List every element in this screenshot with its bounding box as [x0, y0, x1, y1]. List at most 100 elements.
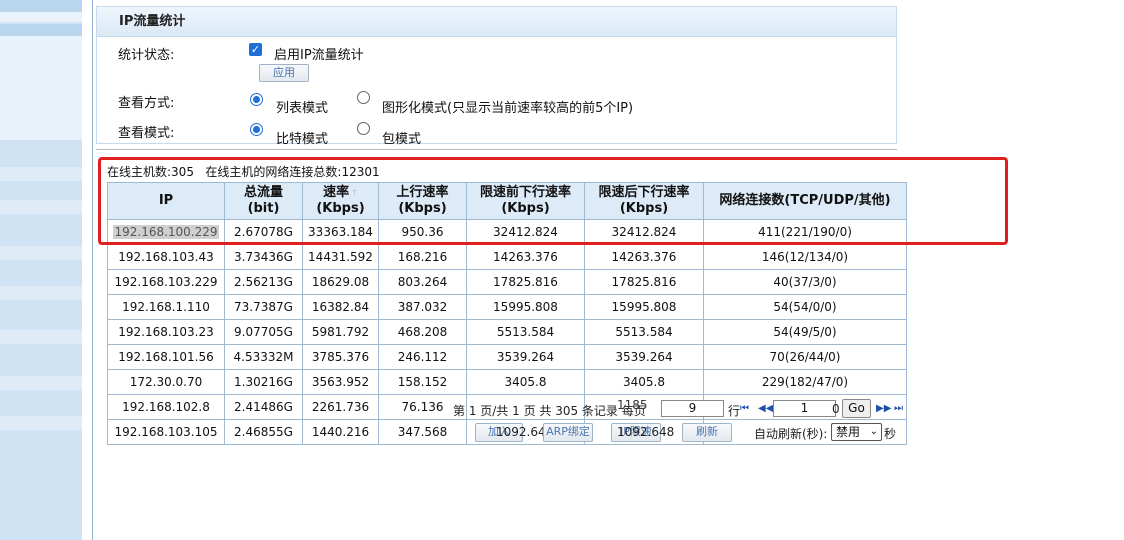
view-graph-radio[interactable]	[357, 91, 370, 104]
sidebar-band	[0, 376, 82, 390]
divider	[96, 149, 897, 150]
arp-bind-button[interactable]: ARP绑定	[543, 423, 593, 442]
table-cell: 1440.216	[302, 419, 379, 445]
cell-value: 17825.816	[493, 275, 558, 289]
first-page-icon[interactable]: ⏮	[740, 403, 749, 414]
view-unit-label: 查看模式:	[118, 126, 175, 141]
auto-refresh-value: 禁用	[836, 425, 861, 439]
sidebar-menu-area[interactable]	[0, 36, 82, 140]
sidebar-band	[0, 200, 82, 214]
table-cell: 2.46855G	[224, 419, 303, 445]
table-row[interactable]: 192.168.103.43 3.73436G 14431.592 168.216 14…	[107, 244, 907, 270]
table-cell: 158.152	[378, 369, 467, 395]
ip-cell: 192.168.103.43	[107, 244, 225, 270]
cell-value: 3785.376	[311, 350, 370, 364]
table-cell: 3539.264	[584, 344, 704, 370]
view-list-radio[interactable]	[250, 93, 263, 106]
panel-title: IP流量统计	[97, 7, 896, 37]
cell-value: 5981.792	[311, 325, 370, 339]
cell-value: 192.168.102.8	[122, 400, 210, 414]
left-sidebar	[0, 0, 82, 540]
table-cell: 5513.584	[584, 319, 704, 345]
cell-value: 2.46855G	[234, 425, 293, 439]
cell-value: 5513.584	[615, 325, 673, 339]
table-cell: 14263.376	[466, 244, 585, 270]
unit-packet-radio[interactable]	[357, 122, 370, 135]
table-cell: 387.032	[378, 294, 467, 320]
cell-value: 347.568	[397, 425, 448, 439]
enable-checkbox[interactable]: ✓	[249, 43, 262, 56]
cell-value: 40(37/3/0)	[773, 275, 837, 289]
go-button[interactable]: Go	[842, 399, 871, 418]
table-cell: 1.30216G	[224, 369, 303, 395]
table-cell: 54(49/5/0)	[703, 319, 907, 345]
last-page-icon[interactable]: ⏭	[894, 403, 903, 414]
view-mode-label: 查看方式:	[118, 96, 175, 111]
cell-value: 246.112	[397, 350, 448, 364]
table-cell: 3405.8	[584, 369, 704, 395]
unit-packet-label: 包模式	[382, 132, 422, 147]
view-list-label: 列表模式	[276, 101, 329, 116]
cell-value: 192.168.103.23	[118, 325, 214, 339]
next-page-icon[interactable]: ▶▶	[876, 403, 891, 414]
table-cell: 347.568	[378, 419, 467, 445]
cell-value: 15995.808	[611, 300, 677, 314]
cell-value: 192.168.103.43	[118, 250, 214, 264]
table-cell: 168.216	[378, 244, 467, 270]
table-row[interactable]: 192.168.103.229 2.56213G 18629.08 803.264 17…	[107, 269, 907, 295]
table-row[interactable]: 172.30.0.70 1.30216G 3563.952 158.152 3405.8…	[107, 369, 907, 395]
table-cell: 54(54/0/0)	[703, 294, 907, 320]
cell-value: 18629.08	[311, 275, 370, 289]
cell-value: 17825.816	[611, 275, 677, 289]
cell-value: 5513.584	[496, 325, 555, 339]
table-cell: 73.7387G	[224, 294, 303, 320]
per-page-input[interactable]: 9	[661, 400, 724, 417]
cell-value: 15995.808	[493, 300, 558, 314]
cell-value: 229(182/47/0)	[761, 375, 849, 389]
table-row[interactable]: 192.168.101.56 4.53332M 3785.376 246.112 353…	[107, 344, 907, 370]
rows-suffix: 行	[728, 404, 741, 418]
table-cell: 3539.264	[466, 344, 585, 370]
cell-value: 3.73436G	[234, 250, 293, 264]
cell-value: 16382.84	[311, 300, 370, 314]
cell-value: 192.168.103.229	[114, 275, 218, 289]
table-cell: 2.41486G	[224, 394, 303, 420]
table-cell: 2.56213G	[224, 269, 303, 295]
table-cell: 468.208	[378, 319, 467, 345]
cell-value: 146(12/134/0)	[761, 250, 849, 264]
table-row[interactable]: 192.168.1.110 73.7387G 16382.84 387.032 1599…	[107, 294, 907, 320]
cell-value: 168.216	[397, 250, 448, 264]
table-cell: 70(26/44/0)	[703, 344, 907, 370]
sidebar-band	[0, 416, 82, 430]
overlap-text: 1092.648	[617, 425, 675, 439]
table-cell: 146(12/134/0)	[703, 244, 907, 270]
table-cell: 229(182/47/0)	[703, 369, 907, 395]
refresh-button[interactable]: 刷新	[682, 423, 732, 442]
table-row[interactable]: 192.168.103.23 9.07705G 5981.792 468.208 551…	[107, 319, 907, 345]
cell-value: 76.136	[401, 400, 444, 414]
prev-page-icon[interactable]: ◀◀	[758, 403, 773, 414]
highlight-box	[98, 157, 1008, 245]
table-cell: 14431.592	[302, 244, 379, 270]
cell-value: 192.168.1.110	[122, 300, 210, 314]
table-cell: 18629.08	[302, 269, 379, 295]
unit-bit-radio[interactable]	[250, 123, 263, 136]
overlap-text: 1185	[617, 398, 648, 412]
table-cell: 14263.376	[584, 244, 704, 270]
auto-refresh-select[interactable]: 禁用 ⌄	[831, 423, 882, 441]
apply-button[interactable]: 应用	[259, 64, 309, 82]
table-cell: 40(37/3/0)	[703, 269, 907, 295]
sidebar-band	[0, 330, 82, 344]
cell-value: 803.264	[397, 275, 448, 289]
table-cell: 2261.736	[302, 394, 379, 420]
table-cell: 17825.816	[584, 269, 704, 295]
stat-status-label: 统计状态:	[118, 48, 175, 63]
ip-cell: 192.168.103.105	[107, 419, 225, 445]
cell-value: 14431.592	[308, 250, 373, 264]
ip-cell: 192.168.103.229	[107, 269, 225, 295]
cell-value: 468.208	[397, 325, 448, 339]
table-cell: 17825.816	[466, 269, 585, 295]
view-graph-label: 图形化模式(只显示当前速率较高的前5个IP)	[382, 101, 634, 116]
page-number-input[interactable]: 1	[773, 400, 836, 417]
cell-value: 9.07705G	[234, 325, 293, 339]
